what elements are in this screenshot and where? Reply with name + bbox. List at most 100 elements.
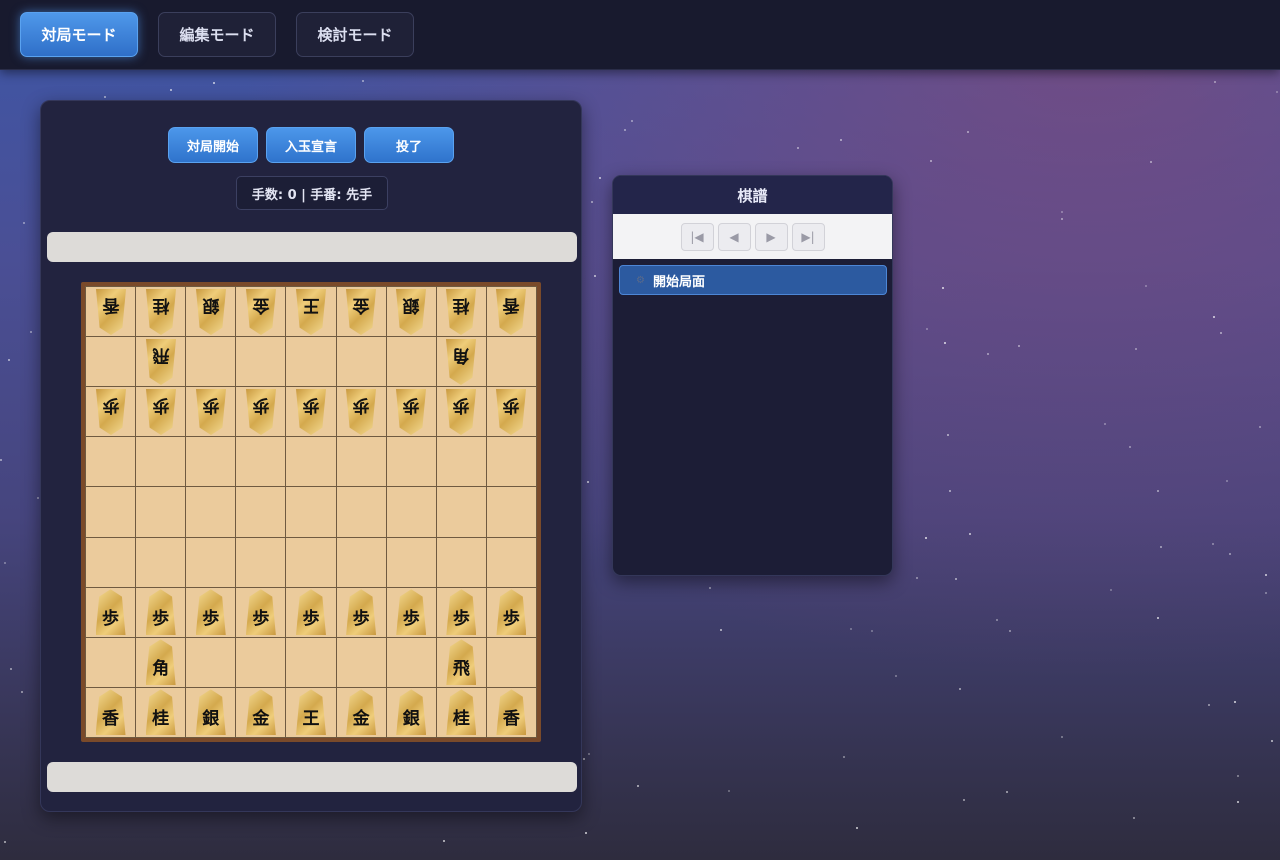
board-square[interactable]: 銀 [386, 687, 436, 737]
board-square[interactable]: 銀 [186, 687, 236, 737]
board-square[interactable]: 金 [336, 287, 386, 337]
board-square[interactable] [236, 637, 286, 687]
board-square[interactable]: 香 [486, 687, 536, 737]
board-square[interactable]: 香 [86, 687, 136, 737]
board-square[interactable] [336, 637, 386, 687]
sente-piece[interactable]: 金 [245, 689, 276, 736]
board-square[interactable] [486, 337, 536, 387]
last-move-button[interactable]: ▶| [791, 222, 825, 251]
gote-piece[interactable]: 王 [296, 289, 326, 335]
board-square[interactable]: 桂 [136, 287, 186, 337]
gote-piece[interactable]: 歩 [96, 389, 126, 435]
gote-piece[interactable]: 銀 [196, 289, 226, 335]
board-square[interactable] [486, 437, 536, 487]
gote-piece[interactable]: 金 [346, 289, 376, 335]
sente-piece[interactable]: 桂 [446, 689, 477, 736]
sente-piece[interactable]: 歩 [446, 589, 477, 636]
board-square[interactable] [336, 437, 386, 487]
board-square[interactable]: 歩 [186, 387, 236, 437]
gote-piece[interactable]: 香 [496, 289, 526, 335]
board-square[interactable] [86, 487, 136, 537]
board-square[interactable]: 香 [86, 287, 136, 337]
board-square[interactable]: 歩 [436, 387, 486, 437]
board-square[interactable] [436, 487, 486, 537]
board-square[interactable]: 歩 [136, 387, 186, 437]
board-square[interactable]: 王 [286, 687, 336, 737]
gote-piece[interactable]: 桂 [446, 289, 476, 335]
board-square[interactable]: 角 [436, 337, 486, 387]
board-square[interactable] [436, 437, 486, 487]
board-square[interactable]: 歩 [286, 587, 336, 637]
first-move-button[interactable]: |◀ [680, 222, 714, 251]
sente-piece[interactable]: 香 [496, 689, 527, 736]
board-square[interactable]: 歩 [486, 587, 536, 637]
board-square[interactable]: 桂 [436, 687, 486, 737]
board-square[interactable]: 歩 [336, 387, 386, 437]
sente-piece[interactable]: 歩 [95, 589, 126, 636]
gote-piece[interactable]: 歩 [146, 389, 176, 435]
board-square[interactable]: 歩 [86, 387, 136, 437]
sente-piece[interactable]: 歩 [295, 589, 326, 636]
board-square[interactable] [486, 487, 536, 537]
gote-piece[interactable]: 歩 [246, 389, 276, 435]
gote-piece[interactable]: 桂 [146, 289, 176, 335]
board-square[interactable] [286, 437, 336, 487]
sente-piece[interactable]: 飛 [446, 639, 477, 686]
gote-piece[interactable]: 金 [246, 289, 276, 335]
board-square[interactable] [186, 337, 236, 387]
board-square[interactable] [486, 537, 536, 587]
sente-piece[interactable]: 香 [95, 689, 126, 736]
prev-move-button[interactable]: ◀ [717, 222, 751, 251]
kifu-item-start-position[interactable]: ⚙ 開始局面 [619, 265, 887, 295]
board-square[interactable]: 金 [236, 287, 286, 337]
board-square[interactable]: 香 [486, 287, 536, 337]
next-move-button[interactable]: ▶ [754, 222, 788, 251]
board-square[interactable]: 歩 [386, 587, 436, 637]
board-square[interactable] [86, 637, 136, 687]
board-square[interactable]: 歩 [486, 387, 536, 437]
sente-piece[interactable]: 王 [295, 689, 326, 736]
board-square[interactable]: 歩 [86, 587, 136, 637]
sente-piece[interactable]: 歩 [496, 589, 527, 636]
board-square[interactable] [386, 637, 436, 687]
board-square[interactable]: 歩 [436, 587, 486, 637]
board-square[interactable] [336, 337, 386, 387]
board-square[interactable] [186, 487, 236, 537]
gote-piece[interactable]: 歩 [446, 389, 476, 435]
gote-piece[interactable]: 銀 [396, 289, 426, 335]
board-square[interactable]: 桂 [436, 287, 486, 337]
mode-button-edit[interactable]: 編集モード [158, 12, 276, 57]
board-square[interactable] [436, 537, 486, 587]
board-square[interactable] [136, 537, 186, 587]
board-square[interactable]: 角 [136, 637, 186, 687]
gote-piece[interactable]: 歩 [496, 389, 526, 435]
sente-piece[interactable]: 銀 [195, 689, 226, 736]
board-square[interactable] [286, 337, 336, 387]
nyugyoku-declare-button[interactable]: 入玉宣言 [266, 127, 356, 163]
gote-piece[interactable]: 歩 [396, 389, 426, 435]
mode-button-play[interactable]: 対局モード [20, 12, 138, 57]
board-square[interactable]: 飛 [436, 637, 486, 687]
board-square[interactable] [386, 537, 436, 587]
board-square[interactable]: 歩 [286, 387, 336, 437]
board-square[interactable]: 金 [236, 687, 286, 737]
board-square[interactable]: 飛 [136, 337, 186, 387]
board-square[interactable] [86, 337, 136, 387]
resign-button[interactable]: 投了 [364, 127, 454, 163]
board-square[interactable] [286, 537, 336, 587]
sente-piece[interactable]: 金 [346, 689, 377, 736]
board-square[interactable]: 桂 [136, 687, 186, 737]
board-square[interactable] [286, 637, 336, 687]
sente-piece[interactable]: 歩 [346, 589, 377, 636]
board-square[interactable]: 歩 [336, 587, 386, 637]
sente-captured-pieces[interactable] [47, 762, 577, 792]
board-square[interactable] [186, 437, 236, 487]
gote-piece[interactable]: 香 [96, 289, 126, 335]
gote-piece[interactable]: 歩 [296, 389, 326, 435]
board-square[interactable] [336, 537, 386, 587]
sente-piece[interactable]: 歩 [396, 589, 427, 636]
board-square[interactable]: 歩 [236, 587, 286, 637]
board-square[interactable] [186, 637, 236, 687]
sente-piece[interactable]: 桂 [145, 689, 176, 736]
board-square[interactable] [386, 337, 436, 387]
